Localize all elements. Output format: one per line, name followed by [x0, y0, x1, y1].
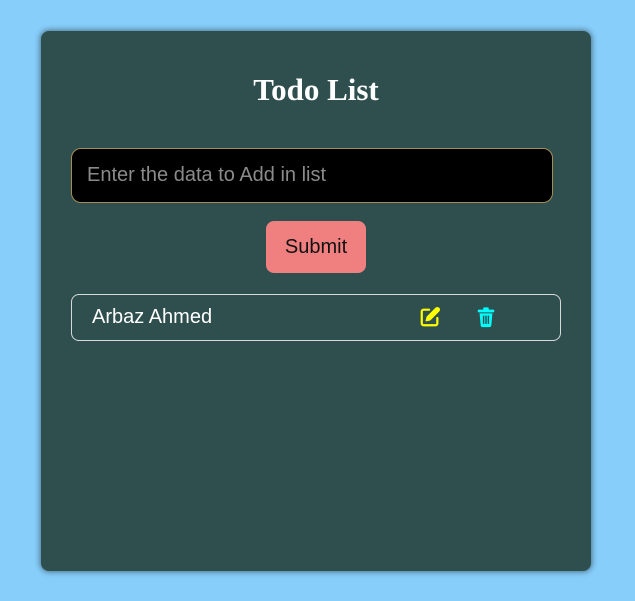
- edit-icon[interactable]: [419, 306, 441, 328]
- trash-icon[interactable]: [475, 306, 497, 328]
- submit-button[interactable]: Submit: [266, 221, 366, 273]
- todo-input[interactable]: [71, 148, 553, 203]
- list-item: Arbaz Ahmed: [71, 294, 561, 341]
- page-title: Todo List: [253, 72, 379, 107]
- todo-card: Todo List Submit Arbaz Ahmed: [41, 31, 591, 571]
- todo-item-text: Arbaz Ahmed: [92, 306, 213, 328]
